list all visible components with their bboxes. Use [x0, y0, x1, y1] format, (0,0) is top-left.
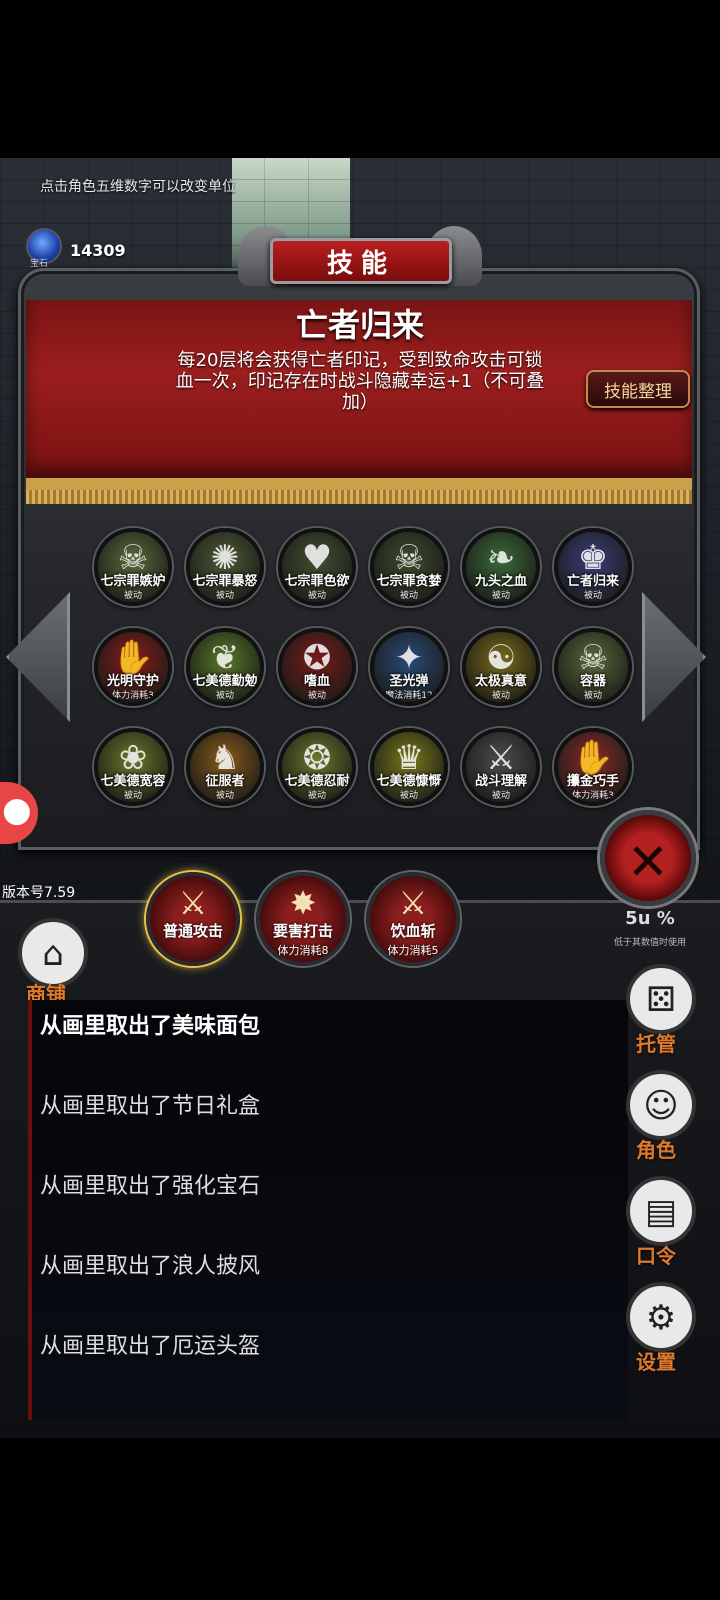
skill-type: 体力消耗3	[112, 691, 154, 701]
side-menu-label[interactable]: 托管	[636, 1028, 676, 1057]
skill-name: 太极真意	[474, 674, 527, 689]
skill-slot[interactable]: ☠ 七宗罪贪婪 被动	[370, 528, 448, 606]
skill-name: 光明守护	[106, 674, 159, 689]
panel-title: 技能	[270, 238, 452, 284]
skill-slot[interactable]: ✋ 光明守护 体力消耗3	[94, 628, 172, 706]
skill-type: 被动	[123, 791, 142, 801]
skill-slot[interactable]: ⚔ 战斗理解 被动	[462, 728, 540, 806]
skill-slot[interactable]: ☯ 太极真意 被动	[462, 628, 540, 706]
skill-type: 被动	[399, 791, 418, 801]
skill-name: 亡者归来	[566, 574, 619, 589]
gem-count: 14309	[70, 241, 126, 260]
skill-name: 七宗罪嫉妒	[100, 574, 166, 589]
skill-type: 被动	[491, 591, 510, 601]
skill-name: 七美德忍耐	[284, 774, 350, 789]
skill-type: 被动	[123, 591, 142, 601]
attack-icon: ✸	[289, 884, 317, 922]
dice-icon[interactable]: ⚄	[626, 964, 696, 1034]
attack-button[interactable]: ⚔ 饮血斩体力消耗5	[366, 872, 460, 966]
skill-type: 被动	[307, 791, 326, 801]
skill-slot[interactable]: ☠ 容器 被动	[554, 628, 632, 706]
log-line: 从画里取出了节日礼盒	[40, 1094, 261, 1119]
attack-name: 饮血斩	[390, 922, 436, 940]
side-menu-label[interactable]: 角色	[636, 1134, 676, 1163]
skill-name: 七宗罪暴怒	[192, 574, 258, 589]
selected-skill-desc: 每20层将会获得亡者印记，受到致命攻击可锁血一次，印记存在时战斗隐藏幸运+1（不…	[175, 350, 545, 413]
skill-slot[interactable]: ❧ 九头之血 被动	[462, 528, 540, 606]
skill-slot[interactable]: ❦ 七美德勤勉 被动	[186, 628, 264, 706]
selected-skill-name: 亡者归来	[295, 306, 424, 344]
attack-icon: ⚔	[398, 884, 428, 922]
sort-skills-button[interactable]: 技能整理	[586, 370, 690, 408]
log-line: 从画里取出了美味面包	[40, 1014, 261, 1039]
skill-name: 九头之血	[474, 574, 527, 589]
skill-type: 被动	[491, 791, 510, 801]
skill-type: 被动	[307, 591, 326, 601]
skill-type: 被动	[307, 691, 326, 701]
skill-name: 七宗罪贪婪	[376, 574, 442, 589]
skill-type: 体力消耗3	[572, 791, 614, 801]
skill-name: 七美德勤勉	[192, 674, 258, 689]
log-line: 从画里取出了厄运头盔	[40, 1334, 261, 1359]
threshold-value[interactable]: 5u %	[598, 908, 702, 929]
skill-name: 嗜血	[303, 674, 330, 689]
attack-button[interactable]: ⚔ 普通攻击	[146, 872, 240, 966]
skill-type: 被动	[583, 591, 602, 601]
attack-name: 普通攻击	[162, 922, 223, 940]
attack-name: 要害打击	[272, 922, 333, 940]
skill-slot[interactable]: ✦ 圣光弹 魔法消耗12	[370, 628, 448, 706]
skill-slot[interactable]: ❂ 七美德忍耐 被动	[278, 728, 356, 806]
skill-slot[interactable]: ❀ 七美德宽容 被动	[94, 728, 172, 806]
attack-button[interactable]: ✸ 要害打击体力消耗8	[256, 872, 350, 966]
skill-name: 攥金巧手	[566, 774, 619, 789]
close-icon[interactable]: ✕	[600, 810, 696, 906]
skill-type: 魔法消耗12	[385, 691, 433, 701]
log-line: 从画里取出了浪人披风	[40, 1254, 261, 1279]
book-icon[interactable]: ▤	[626, 1176, 696, 1246]
character-icon[interactable]: ☺	[626, 1070, 696, 1140]
bottom-band	[0, 1438, 720, 1600]
skill-name: 容器	[579, 674, 606, 689]
skill-slot[interactable]: ♞ 征服者 被动	[186, 728, 264, 806]
gear-icon[interactable]: ⚙	[626, 1282, 696, 1352]
skill-type: 被动	[583, 691, 602, 701]
skill-type: 被动	[215, 591, 234, 601]
attack-icon: ⚔	[178, 884, 208, 922]
skill-slot[interactable]: ♛ 七美德慷慨 被动	[370, 728, 448, 806]
skill-name: 七宗罪色欲	[284, 574, 350, 589]
top-band	[0, 0, 720, 158]
skill-name: 七美德慷慨	[376, 774, 442, 789]
skill-type: 被动	[215, 791, 234, 801]
skill-type: 被动	[491, 691, 510, 701]
skill-name: 圣光弹	[389, 674, 429, 689]
threshold-caption: 低于其数值时使用	[613, 938, 686, 948]
attack-cost: 体力消耗5	[387, 944, 439, 957]
skill-slot[interactable]: ✋ 攥金巧手 体力消耗3	[554, 728, 632, 806]
skill-name: 征服者	[205, 774, 245, 789]
skill-slot[interactable]: ✺ 七宗罪暴怒 被动	[186, 528, 264, 606]
skill-type: 被动	[399, 591, 418, 601]
version-label: 版本号7.59	[2, 885, 76, 901]
log-line: 从画里取出了强化宝石	[40, 1174, 261, 1199]
skill-type: 被动	[215, 691, 234, 701]
skill-slot[interactable]: ✪ 嗜血 被动	[278, 628, 356, 706]
skill-slot[interactable]: ♥ 七宗罪色欲 被动	[278, 528, 356, 606]
skill-slot[interactable]: ♚ 亡者归来 被动	[554, 528, 632, 606]
skill-slot[interactable]: ☠ 七宗罪嫉妒 被动	[94, 528, 172, 606]
hint-text: 点击角色五维数字可以改变单位	[40, 179, 236, 195]
skill-name: 七美德宽容	[100, 774, 166, 789]
side-menu-label[interactable]: 设置	[636, 1346, 676, 1375]
attack-cost: 体力消耗8	[277, 944, 329, 957]
skill-name: 战斗理解	[474, 774, 527, 789]
side-menu-label[interactable]: 口令	[636, 1240, 676, 1269]
